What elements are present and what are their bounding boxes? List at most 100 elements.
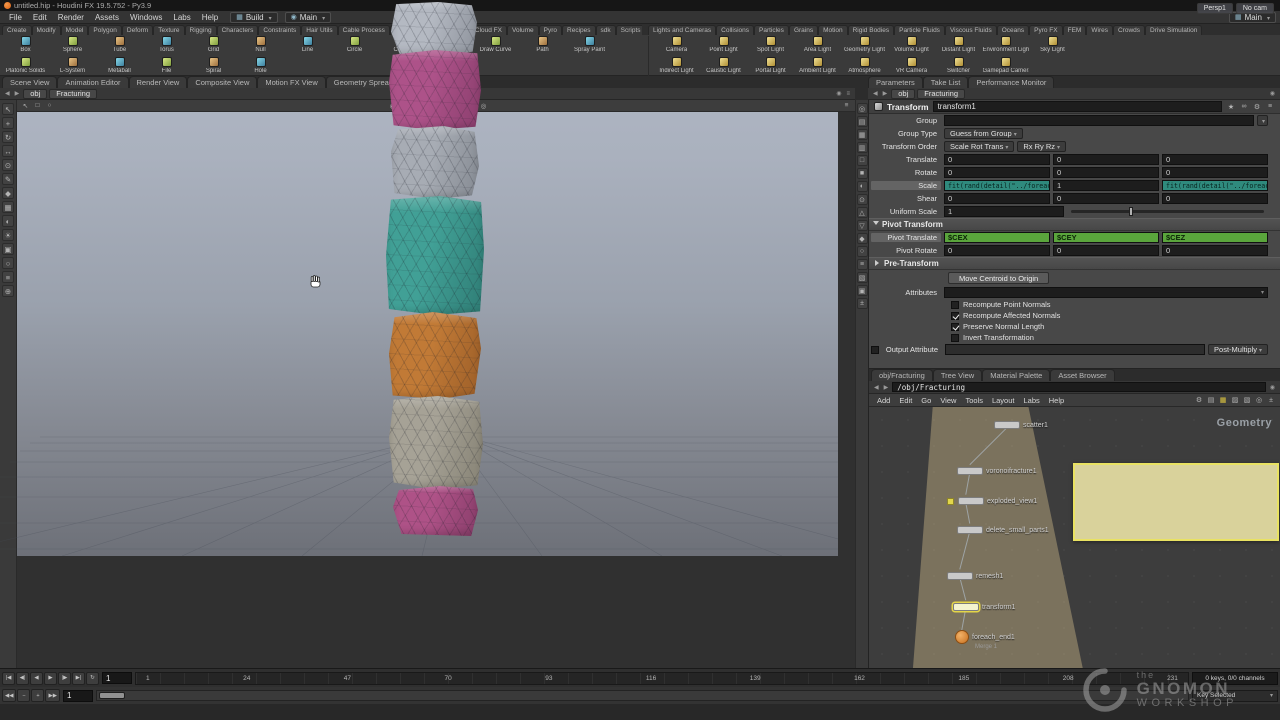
uniform-scale-field[interactable]: 1	[944, 206, 1064, 217]
vector-field[interactable]: 0	[944, 193, 1050, 204]
vector-field[interactable]: 0	[944, 167, 1050, 178]
goto-end-button[interactable]: ▶|	[72, 672, 85, 685]
checkbox-row[interactable]: Preserve Normal Length	[869, 321, 1280, 332]
menu-item[interactable]: Layout	[988, 396, 1019, 405]
vector-field[interactable]: 0	[944, 245, 1050, 256]
transform-order-dropdown[interactable]: Scale Rot Trans	[944, 141, 1014, 152]
playbar-handle[interactable]	[99, 692, 125, 699]
material-shade-icon[interactable]: ◐	[857, 181, 868, 192]
menu-item[interactable]: Labs	[1019, 396, 1043, 405]
zoom-level-icon[interactable]: ±	[857, 298, 868, 309]
favorites-icon[interactable]: ★	[1226, 102, 1236, 112]
post-multiply-dropdown[interactable]: Post-Multiply	[1208, 344, 1268, 355]
fractured-block[interactable]	[389, 312, 481, 399]
dec-frame-button[interactable]: −	[17, 689, 30, 702]
menu-icon[interactable]: ≡	[1265, 102, 1275, 112]
light-view-icon[interactable]: ⊙	[857, 194, 868, 205]
step-back-button[interactable]: ◀|	[16, 672, 29, 685]
checkbox[interactable]	[951, 334, 959, 342]
vector-field[interactable]: 0	[1162, 193, 1268, 204]
pin-icon[interactable]	[1269, 384, 1276, 391]
play-button[interactable]: ▶	[44, 672, 57, 685]
checkbox[interactable]	[951, 312, 959, 320]
pivot-transform-section[interactable]: Pivot Transform	[869, 218, 1280, 231]
palette-icon[interactable]: ▨	[1230, 395, 1240, 405]
snapshot-icon[interactable]: ◆	[857, 233, 868, 244]
group-select-button[interactable]	[1257, 115, 1268, 126]
zoom-fit-icon[interactable]: ±	[1266, 395, 1276, 405]
pane-tab[interactable]: Tree View	[933, 369, 982, 381]
shaded-icon[interactable]: ■	[857, 168, 868, 179]
notes-icon[interactable]: ▧	[1242, 395, 1252, 405]
group-type-dropdown[interactable]: Guess from Group	[944, 128, 1023, 139]
vector-field[interactable]: 0	[1053, 193, 1159, 204]
checkbox-row[interactable]: Recompute Affected Normals	[869, 310, 1280, 321]
search-icon[interactable]: ◎	[1254, 395, 1264, 405]
texture-view-icon[interactable]: ▧	[857, 272, 868, 283]
vector-field[interactable]: 0	[1053, 167, 1159, 178]
fractured-block[interactable]	[391, 2, 477, 56]
pane-tab[interactable]: Asset Browser	[1050, 369, 1114, 381]
attributes-field[interactable]	[944, 287, 1268, 298]
checkbox[interactable]	[951, 301, 959, 309]
current-frame-field[interactable]: 1	[63, 690, 93, 702]
gear-icon[interactable]: ⚙	[1252, 102, 1262, 112]
vector-field[interactable]: 0	[1053, 154, 1159, 165]
vector-field[interactable]: 0	[1162, 167, 1268, 178]
up-axis-icon[interactable]: △	[857, 207, 868, 218]
menu-item[interactable]: View	[936, 396, 960, 405]
viewport-3d[interactable]: Persp1No cam Left mouse tumbles. Middle …	[0, 0, 838, 556]
forward-icon[interactable]	[883, 384, 890, 391]
menu-icon[interactable]: ≡	[857, 259, 868, 270]
node-name-field[interactable]: transform1	[933, 101, 1222, 112]
menu-item[interactable]: Edit	[895, 396, 916, 405]
loop-button[interactable]: ↻	[86, 672, 99, 685]
vector-field[interactable]: 0	[1053, 245, 1159, 256]
grid-view-icon[interactable]: ▦	[1218, 395, 1228, 405]
back-icon[interactable]	[873, 384, 880, 391]
vector-field[interactable]: $CEY	[1053, 232, 1159, 243]
vector-field[interactable]: fit(rand(detail("../foreach_be	[944, 180, 1050, 191]
vector-field[interactable]: 0	[944, 154, 1050, 165]
vector-field[interactable]: fit(rand(detail("../foreach_be	[1162, 180, 1268, 191]
playbar-slider[interactable]	[96, 690, 1189, 701]
fractured-block[interactable]	[389, 396, 483, 489]
vector-field[interactable]: $CEZ	[1162, 232, 1268, 243]
group-field[interactable]	[944, 115, 1254, 126]
step-forward-button[interactable]: |▶	[58, 672, 71, 685]
display-options-icon[interactable]: ▤	[857, 116, 868, 127]
network-node[interactable]: scatter1	[994, 419, 1048, 431]
wireframe-icon[interactable]: □	[857, 155, 868, 166]
menu-item[interactable]: Tools	[961, 396, 987, 405]
fractured-block[interactable]	[386, 196, 484, 315]
grid-toggle-icon[interactable]: ▦	[857, 129, 868, 140]
network-path-field[interactable]: /obj/Fracturing	[892, 382, 1266, 392]
pane-tab[interactable]: obj/Fracturing	[871, 369, 933, 381]
play-reverse-button[interactable]: ◀	[30, 672, 43, 685]
network-node[interactable]: remesh1	[947, 570, 1003, 582]
output-attribute-field[interactable]	[945, 344, 1205, 355]
background-icon[interactable]: ○	[857, 246, 868, 257]
menu-item[interactable]: Help	[1045, 396, 1068, 405]
fractured-block[interactable]	[393, 486, 478, 536]
vector-field[interactable]: $CEX	[944, 232, 1050, 243]
checkbox-row[interactable]: Invert Transformation	[869, 332, 1280, 343]
vector-field[interactable]: 0	[1162, 245, 1268, 256]
network-node[interactable]: transform1	[953, 601, 1015, 613]
checkbox[interactable]	[951, 323, 959, 331]
layout-icon[interactable]: ▤	[1206, 395, 1216, 405]
vector-field[interactable]: 1	[1053, 180, 1159, 191]
goto-start-button[interactable]: |◀	[2, 672, 15, 685]
prev-key-button[interactable]: ◀◀	[2, 689, 16, 702]
network-canvas[interactable]: Geometry scatter1 voronoifracture1 explo…	[869, 407, 1280, 668]
menu-item[interactable]: Add	[873, 396, 894, 405]
menu-item[interactable]: Go	[917, 396, 935, 405]
inc-frame-button[interactable]: +	[31, 689, 44, 702]
network-node[interactable]: exploded_view1	[947, 495, 1037, 507]
move-centroid-button[interactable]: Move Centroid to Origin	[948, 272, 1049, 284]
frame-start-field[interactable]: 1	[102, 672, 132, 684]
output-attribute-checkbox[interactable]	[871, 346, 879, 354]
pane-tab[interactable]: Material Palette	[982, 369, 1050, 381]
uniform-scale-slider[interactable]	[1071, 210, 1264, 213]
vector-field[interactable]: 0	[1162, 154, 1268, 165]
